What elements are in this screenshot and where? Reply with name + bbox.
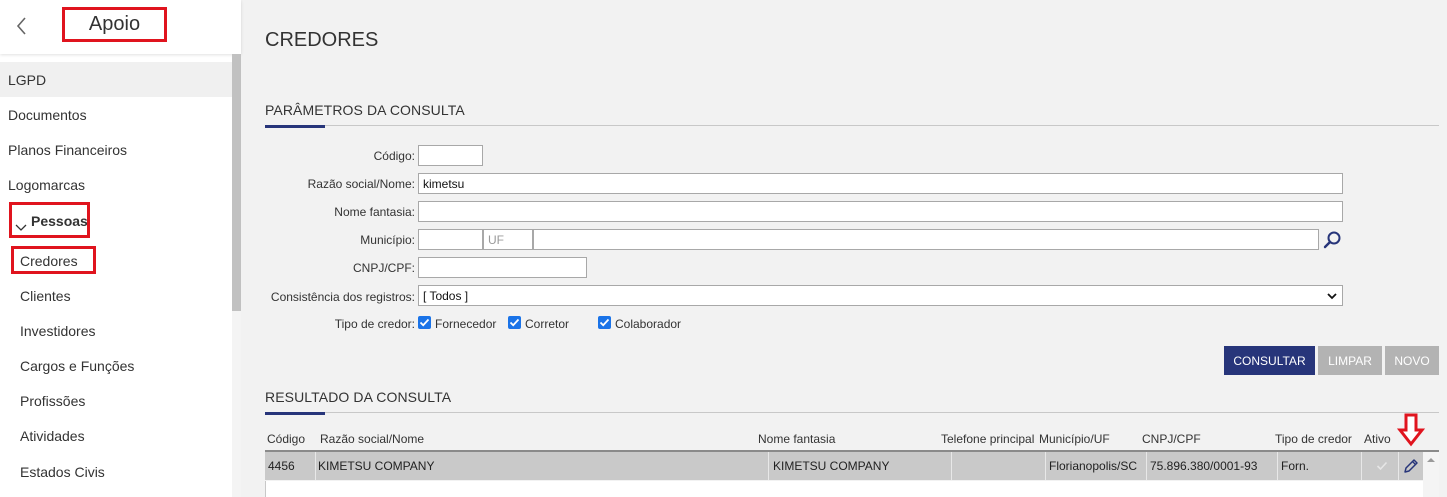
sidebar-item-clientes[interactable]: Clientes	[0, 278, 232, 313]
page-title: CREDORES	[265, 29, 379, 51]
cell-nome-fantasia: KIMETSU COMPANY	[773, 459, 890, 473]
sidebar: Apoio LGPD Documentos Planos Financeiros…	[0, 0, 241, 497]
cell-telefone	[951, 452, 954, 480]
cnpj-label: CNPJ/CPF:	[352, 261, 415, 275]
consistencia-label: Consistência dos registros:	[270, 290, 415, 304]
column-header-codigo[interactable]: Código	[267, 432, 305, 446]
nome-fantasia-label: Nome fantasia:	[334, 205, 415, 219]
uf-input[interactable]	[483, 229, 533, 250]
cell-tipo-credor: Forn.	[1281, 459, 1310, 473]
column-header-municipio[interactable]: Município/UF	[1039, 432, 1110, 446]
cell-codigo: 4456	[268, 459, 295, 473]
column-header-cnpj[interactable]: CNPJ/CPF	[1142, 432, 1201, 446]
limpar-button[interactable]: LIMPAR	[1318, 346, 1382, 375]
column-header-razao-social[interactable]: Razão social/Nome	[320, 432, 424, 446]
params-section-divider	[265, 125, 1439, 126]
sidebar-item-atividades[interactable]: Atividades	[0, 418, 232, 453]
codigo-input[interactable]	[418, 145, 483, 166]
column-header-tipo-credor[interactable]: Tipo de credor	[1275, 432, 1352, 446]
novo-button[interactable]: NOVO	[1385, 346, 1439, 375]
sidebar-item-estados-civis[interactable]: Estados Civis	[0, 454, 232, 489]
sidebar-item-lgpd[interactable]: LGPD	[0, 62, 232, 97]
edit-pencil-icon[interactable]	[1402, 457, 1420, 480]
colaborador-checkbox[interactable]	[598, 316, 611, 329]
check-icon	[509, 318, 520, 327]
back-button[interactable]	[10, 12, 34, 40]
cell-divider	[1361, 452, 1362, 480]
cell-razao-social: KIMETSU COMPANY	[318, 459, 435, 473]
corretor-checkbox-label: Corretor	[525, 317, 570, 331]
tipo-credor-label: Tipo de credor:	[334, 317, 415, 331]
sidebar-header: Apoio	[0, 0, 241, 54]
column-header-nome-fantasia[interactable]: Nome fantasia	[758, 432, 835, 446]
params-section-accent	[265, 125, 325, 128]
razao-social-input[interactable]	[418, 173, 1343, 194]
fornecedor-checkbox-label: Fornecedor	[435, 317, 497, 331]
municipio-label: Município:	[360, 233, 415, 247]
municipio-nome-input[interactable]	[533, 229, 1319, 250]
chevron-down-icon	[1327, 293, 1337, 300]
sidebar-title: Apoio	[62, 7, 167, 42]
check-icon	[419, 318, 430, 327]
arrow-down-icon	[1396, 413, 1426, 447]
params-section-title: PARÂMETROS DA CONSULTA	[265, 102, 465, 118]
sidebar-item-logomarcas[interactable]: Logomarcas	[0, 167, 232, 202]
consistencia-selected-value: [ Todos ]	[423, 289, 469, 303]
column-header-telefone[interactable]: Telefone principal	[941, 432, 1034, 446]
cell-divider	[1398, 452, 1399, 480]
highlight-box-credores	[11, 246, 96, 274]
table-row[interactable]	[265, 481, 1439, 497]
sidebar-item-documentos[interactable]: Documentos	[0, 97, 232, 132]
highlight-box-pessoas	[9, 202, 90, 238]
consultar-button[interactable]: CONSULTAR	[1224, 346, 1315, 375]
razao-social-label: Razão social/Nome:	[307, 177, 415, 191]
cell-municipio: Florianopolis/SC	[1049, 459, 1138, 473]
results-section-accent	[265, 412, 325, 415]
chevron-left-icon	[16, 17, 26, 35]
cnpj-input[interactable]	[418, 257, 587, 278]
municipio-codigo-input[interactable]	[418, 229, 483, 250]
corretor-checkbox[interactable]	[508, 316, 521, 329]
sidebar-scrollbar-thumb[interactable]	[232, 54, 241, 311]
results-section-title: RESULTADO DA CONSULTA	[265, 389, 452, 405]
sidebar-item-profissoes[interactable]: Profissões	[0, 383, 232, 418]
scroll-up-arrow-icon[interactable]	[1423, 454, 1439, 466]
consistencia-select[interactable]: [ Todos ]	[418, 285, 1343, 306]
results-section-divider	[265, 412, 1439, 413]
cell-cnpj: 75.896.380/0001-93	[1150, 459, 1258, 473]
table-scrollbar[interactable]	[1423, 452, 1439, 497]
colaborador-checkbox-label: Colaborador	[615, 317, 682, 331]
cell-divider	[768, 452, 769, 480]
sidebar-item-investidores[interactable]: Investidores	[0, 313, 232, 348]
codigo-label: Código:	[373, 149, 415, 163]
search-icon[interactable]	[1322, 230, 1344, 250]
sidebar-item-cargos-funcoes[interactable]: Cargos e Funções	[0, 348, 232, 383]
column-header-ativo[interactable]: Ativo	[1364, 432, 1391, 446]
check-icon	[599, 318, 610, 327]
sidebar-item-planos-financeiros[interactable]: Planos Financeiros	[0, 132, 232, 167]
ativo-check-icon	[1375, 459, 1389, 478]
fornecedor-checkbox[interactable]	[418, 316, 431, 329]
nome-fantasia-input[interactable]	[418, 201, 1343, 222]
